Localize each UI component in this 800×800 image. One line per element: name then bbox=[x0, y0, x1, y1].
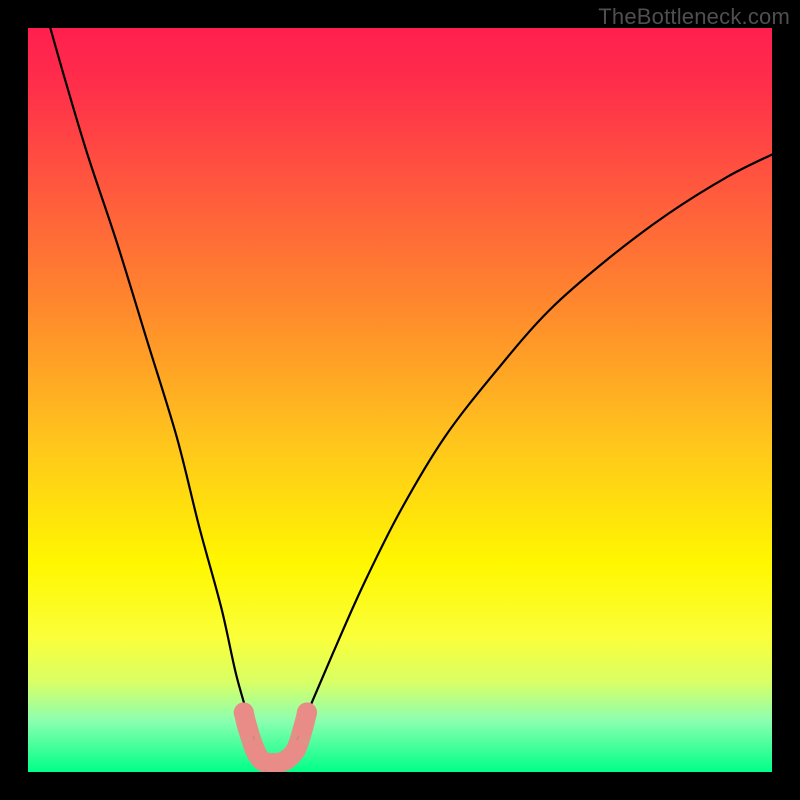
plot-area bbox=[28, 28, 772, 772]
background-gradient bbox=[28, 28, 772, 772]
watermark: TheBottleneck.com bbox=[598, 4, 790, 30]
chart-frame: TheBottleneck.com bbox=[0, 0, 800, 800]
